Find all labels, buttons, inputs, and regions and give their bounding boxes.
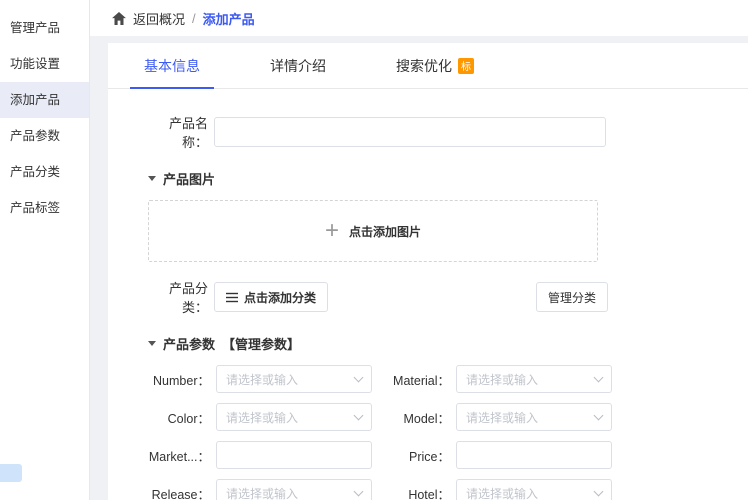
collapse-caret-icon [148,176,156,181]
breadcrumb: 返回概况 / 添加产品 [90,0,748,36]
product-name-row: 产品名称： [148,113,608,151]
tab-basic-info[interactable]: 基本信息 [144,43,200,88]
param-label: Model： [380,408,450,427]
param-select-material[interactable]: 请选择或输入 [456,365,612,393]
product-name-input[interactable] [214,117,606,147]
list-icon [226,292,238,303]
app-window: 管理产品 功能设置 添加产品 产品参数 产品分类 产品标签 返回概况 / 添加产… [0,0,748,500]
chevron-down-icon [594,410,604,420]
breadcrumb-back-link[interactable]: 返回概况 [133,9,185,28]
product-name-label: 产品名称： [148,113,208,151]
image-section-title: 产品图片 [163,169,215,188]
tab-label: 基本信息 [144,56,200,76]
param-label: Hotel： [380,484,450,500]
param-label: Price： [380,446,450,465]
product-category-label: 产品分类： [148,278,208,316]
add-category-label: 点击添加分类 [244,289,316,306]
param-grid: Number： 请选择或输入 Material： 请选择或输入 [148,365,748,500]
sidebar-item-product-params[interactable]: 产品参数 [0,118,89,154]
chevron-down-icon [354,486,364,496]
sidebar-item-function-settings[interactable]: 功能设置 [0,46,89,82]
param-select-number[interactable]: 请选择或输入 [216,365,372,393]
image-section-header[interactable]: 产品图片 [148,169,748,188]
tab-details[interactable]: 详情介绍 [270,43,326,88]
select-placeholder: 请选择或输入 [226,409,298,426]
param-input-price[interactable] [456,441,612,469]
select-placeholder: 请选择或输入 [466,371,538,388]
select-placeholder: 请选择或输入 [466,409,538,426]
sidebar-bottom-widget[interactable] [0,464,22,482]
sidebar: 管理产品 功能设置 添加产品 产品参数 产品分类 产品标签 [0,0,90,500]
chevron-down-icon [594,486,604,496]
param-input-market[interactable] [216,441,372,469]
main-area: 返回概况 / 添加产品 基本信息 详情介绍 搜索优化 标 [90,0,748,500]
param-label: Color： [148,408,210,427]
chevron-down-icon [354,372,364,382]
collapse-caret-icon [148,341,156,346]
params-section-header[interactable]: 产品参数 【管理参数】 [148,334,748,353]
sidebar-item-product-tags[interactable]: 产品标签 [0,190,89,226]
tab-label: 详情介绍 [270,56,326,76]
plus-icon: + [325,219,339,243]
param-select-release[interactable]: 请选择或输入 [216,479,372,500]
product-category-row: 产品分类： 点击添加分类 管理分类 [148,278,608,316]
breadcrumb-separator: / [192,11,196,26]
select-placeholder: 请选择或输入 [226,371,298,388]
param-label: Release： [148,484,210,500]
param-label: Market...： [148,446,210,465]
select-placeholder: 请选择或输入 [466,485,538,500]
chevron-down-icon [594,372,604,382]
add-image-dropzone[interactable]: + 点击添加图片 [148,200,598,262]
tab-label: 搜索优化 [396,56,452,76]
param-select-model[interactable]: 请选择或输入 [456,403,612,431]
tab-search-optimization[interactable]: 搜索优化 标 [396,43,474,88]
param-select-color[interactable]: 请选择或输入 [216,403,372,431]
param-row: Number： 请选择或输入 Material： 请选择或输入 [148,365,748,393]
param-row: Color： 请选择或输入 Model： 请选择或输入 [148,403,748,431]
home-icon[interactable] [112,12,126,25]
param-row: Market...： Price： [148,441,748,469]
main-card: 基本信息 详情介绍 搜索优化 标 产品名称： [108,43,748,500]
sidebar-item-add-product[interactable]: 添加产品 [0,82,89,118]
product-form: 产品名称： 产品图片 + 点击添加图片 产品分类： [108,89,748,500]
manage-params-link[interactable]: 【管理参数】 [222,334,300,353]
content-area: 基本信息 详情介绍 搜索优化 标 产品名称： [90,36,748,500]
param-select-hotel[interactable]: 请选择或输入 [456,479,612,500]
chevron-down-icon [354,410,364,420]
param-label: Material： [380,370,450,389]
upload-label: 点击添加图片 [349,223,421,240]
add-category-button[interactable]: 点击添加分类 [214,282,328,312]
param-row: Release： 请选择或输入 Hotel： 请选择或输入 [148,479,748,500]
param-label: Number： [148,370,210,389]
params-section-title: 产品参数 [163,334,215,353]
sidebar-item-manage-products[interactable]: 管理产品 [0,10,89,46]
select-placeholder: 请选择或输入 [226,485,298,500]
breadcrumb-current: 添加产品 [203,9,255,28]
tab-bar: 基本信息 详情介绍 搜索优化 标 [108,43,748,89]
sidebar-item-product-categories[interactable]: 产品分类 [0,154,89,190]
manage-category-button[interactable]: 管理分类 [536,282,608,312]
tab-badge: 标 [458,58,474,74]
